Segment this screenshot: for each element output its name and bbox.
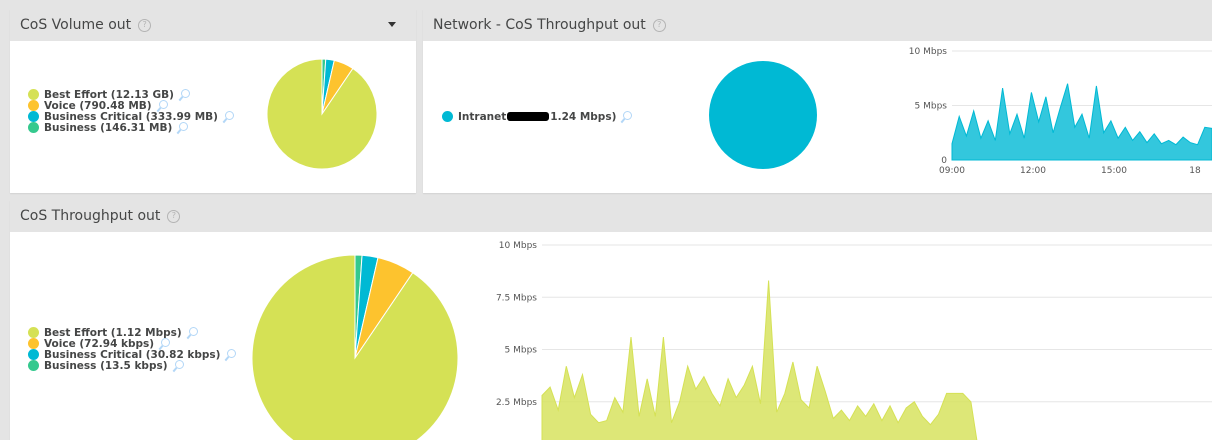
x-tick-label: 15:00 [1101, 166, 1127, 176]
y-tick-label: 2.5 Mbps [496, 398, 537, 408]
legend-item-business-critical[interactable]: Business Critical (30.82 kbps) [28, 349, 237, 361]
legend-label-suffix: 1.24 Mbps) [550, 110, 617, 123]
legend-dot [28, 89, 39, 100]
legend-dot [28, 349, 39, 360]
legend-dot [28, 111, 39, 122]
pie-slice-best-effort[interactable] [251, 254, 459, 440]
magnifier-icon[interactable] [180, 89, 190, 98]
legend-dot [28, 327, 39, 338]
panel-header: Network - CoS Throughput out ? [423, 9, 1212, 41]
legend-item-voice[interactable]: Voice (72.94 kbps) [28, 338, 236, 350]
panel-title: CoS Throughput out [20, 208, 161, 224]
legend-item-business[interactable]: Business (146.31 MB) [28, 121, 234, 134]
y-tick-label: 0 [941, 156, 947, 166]
legend-item-best-effort[interactable]: Best Effort (12.13 GB) [28, 89, 234, 101]
magnifier-icon[interactable] [224, 111, 234, 120]
y-tick-label: 5 Mbps [505, 346, 538, 356]
network-legend: Intranet 1.24 Mbps) [442, 110, 633, 123]
x-tick-label: 12:00 [1020, 166, 1046, 176]
network-area-chart: 0 5 Mbps 10 Mbps 09:00 12:00 15:00 18 [909, 47, 1212, 176]
legend-item-business[interactable]: Business (13.5 kbps) [28, 359, 236, 372]
redaction-bar [507, 112, 550, 121]
y-tick-label: 10 Mbps [909, 47, 948, 57]
volume-pie-chart [266, 58, 378, 170]
pie-slice-best-effort[interactable] [266, 58, 378, 170]
x-tick-label: 09:00 [939, 166, 965, 176]
legend-dot [28, 122, 39, 133]
help-icon[interactable]: ? [652, 18, 666, 32]
legend-item-best-effort[interactable]: Best Effort (1.12 Mbps) [28, 327, 236, 339]
legend-dot [28, 338, 39, 349]
magnifier-icon[interactable] [227, 349, 237, 358]
magnifier-icon[interactable] [623, 111, 633, 120]
legend-dot [28, 100, 39, 111]
legend-dot [28, 360, 39, 371]
y-tick-label: 5 Mbps [915, 102, 948, 112]
legend-item-voice[interactable]: Voice (790.48 MB) [28, 100, 234, 112]
x-tick-label: 18 [1189, 166, 1201, 176]
legend-item-intranet[interactable]: Intranet 1.24 Mbps) [442, 110, 633, 123]
legend-label-prefix: Intranet [458, 110, 507, 123]
network-throughput-panel: Network - CoS Throughput out ? Intranet … [423, 9, 1212, 193]
magnifier-icon[interactable] [188, 327, 198, 336]
pie-slice[interactable] [709, 61, 817, 169]
panel-header: CoS Volume out ? [10, 9, 416, 41]
area-series-best-effort[interactable] [541, 280, 979, 440]
magnifier-icon[interactable] [179, 122, 189, 131]
help-icon[interactable]: ? [138, 18, 152, 32]
network-pie-chart [709, 61, 817, 169]
panel-title: Network - CoS Throughput out [433, 17, 646, 33]
legend-label: Business (146.31 MB) [44, 121, 173, 134]
magnifier-icon[interactable] [174, 360, 184, 369]
area-series-series[interactable] [951, 83, 1212, 161]
y-tick-label: 7.5 Mbps [496, 293, 537, 303]
y-tick-label: 10 Mbps [499, 241, 538, 251]
throughput-area-chart: 2.5 Mbps 5 Mbps 7.5 Mbps 10 Mbps [496, 241, 1212, 440]
help-icon[interactable]: ? [167, 209, 181, 223]
legend-item-business-critical[interactable]: Business Critical (333.99 MB) [28, 111, 234, 123]
throughput-legend: Best Effort (1.12 Mbps) Voice (72.94 kbp… [28, 327, 237, 372]
panel-header: CoS Throughput out ? [10, 200, 1212, 232]
panel-title: CoS Volume out [20, 17, 132, 33]
cos-volume-panel: CoS Volume out ? Best Effort (12.13 GB) … [10, 9, 416, 193]
magnifier-icon[interactable] [158, 100, 168, 109]
caret-down-icon[interactable] [388, 22, 396, 27]
legend-label: Business (13.5 kbps) [44, 359, 168, 372]
magnifier-icon[interactable] [161, 338, 171, 347]
throughput-pie-chart [251, 254, 459, 440]
legend-dot [442, 111, 453, 122]
cos-throughput-panel: CoS Throughput out ? Best Effort (1.12 M… [10, 200, 1212, 440]
volume-legend: Best Effort (12.13 GB) Voice (790.48 MB)… [28, 89, 234, 134]
